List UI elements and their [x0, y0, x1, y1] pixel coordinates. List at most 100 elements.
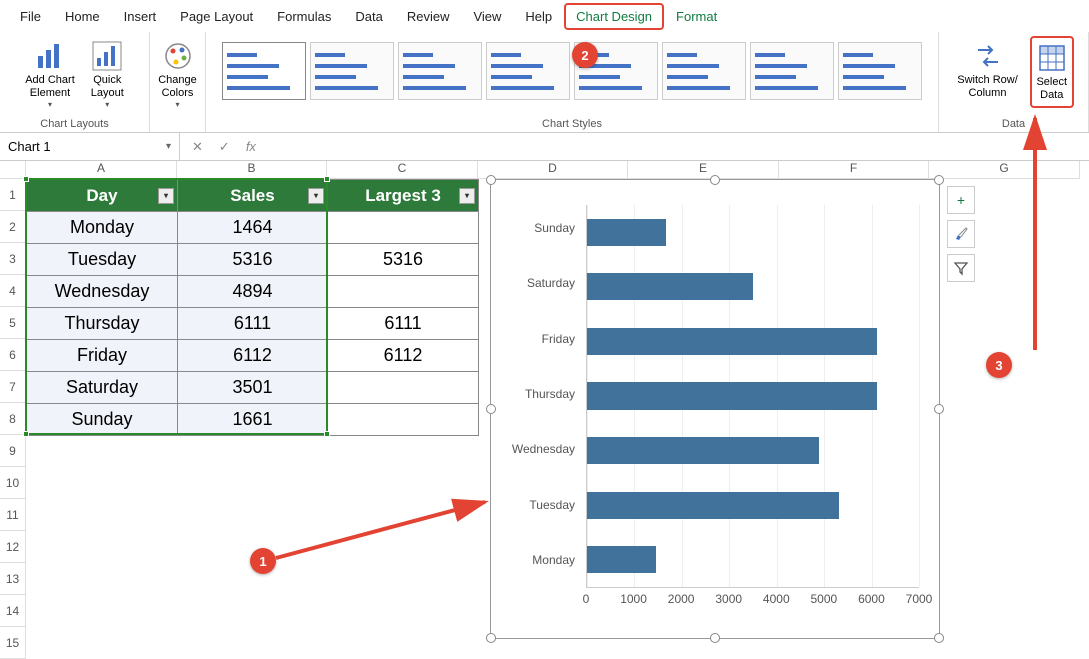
chart-bar[interactable] — [587, 546, 656, 573]
menu-insert[interactable]: Insert — [112, 3, 169, 30]
name-box[interactable]: Chart 1 ▾ — [0, 133, 180, 160]
table-cell[interactable] — [328, 372, 479, 404]
table-header-sales[interactable]: Sales▾ — [178, 180, 328, 212]
row-header[interactable]: 13 — [0, 563, 26, 595]
chart-bar[interactable] — [587, 273, 753, 300]
table-cell[interactable]: 6111 — [328, 308, 479, 340]
row-header[interactable]: 15 — [0, 627, 26, 659]
chart-resize-handle[interactable] — [934, 633, 944, 643]
menu-page-layout[interactable]: Page Layout — [168, 3, 265, 30]
chart-bar[interactable] — [587, 437, 819, 464]
chart-bar[interactable] — [587, 382, 877, 409]
menu-data[interactable]: Data — [343, 3, 394, 30]
column-header[interactable]: B — [177, 161, 327, 179]
menu-home[interactable]: Home — [53, 3, 112, 30]
menu-review[interactable]: Review — [395, 3, 462, 30]
menu-chart-design[interactable]: Chart Design — [564, 3, 664, 30]
change-colors-button[interactable]: Change Colors ▾ — [154, 36, 201, 114]
row-header[interactable]: 4 — [0, 275, 26, 307]
table-cell[interactable] — [328, 404, 479, 436]
table-cell[interactable]: Monday — [27, 212, 178, 244]
fx-button[interactable]: fx — [242, 139, 260, 154]
chart-style-7[interactable] — [750, 42, 834, 100]
table-cell[interactable]: 1464 — [178, 212, 328, 244]
column-header[interactable]: F — [779, 161, 929, 179]
row-headers: 123456789101112131415 — [0, 179, 26, 659]
table-cell[interactable] — [328, 212, 479, 244]
row-header[interactable]: 14 — [0, 595, 26, 627]
chart-bar[interactable] — [587, 492, 839, 519]
row-header[interactable]: 5 — [0, 307, 26, 339]
row-header[interactable]: 6 — [0, 339, 26, 371]
filter-button[interactable]: ▾ — [459, 188, 475, 204]
table-cell[interactable]: Saturday — [27, 372, 178, 404]
table-cell[interactable]: 6112 — [178, 340, 328, 372]
table-cell[interactable]: 6111 — [178, 308, 328, 340]
chart-resize-handle[interactable] — [710, 633, 720, 643]
table-cell[interactable]: Thursday — [27, 308, 178, 340]
menu-format[interactable]: Format — [664, 3, 729, 30]
row-header[interactable]: 3 — [0, 243, 26, 275]
column-header[interactable]: D — [478, 161, 628, 179]
table-cell[interactable]: Friday — [27, 340, 178, 372]
column-header[interactable]: C — [327, 161, 478, 179]
chart-resize-handle[interactable] — [486, 404, 496, 414]
menu-view[interactable]: View — [461, 3, 513, 30]
quick-layout-button[interactable]: Quick Layout ▾ — [87, 36, 128, 114]
table-header-day[interactable]: Day ▾ — [27, 180, 178, 212]
chart-resize-handle[interactable] — [934, 175, 944, 185]
table-cell[interactable] — [328, 276, 479, 308]
table-cell[interactable]: 4894 — [178, 276, 328, 308]
select-all-corner[interactable] — [0, 161, 26, 179]
callout-2: 2 — [572, 42, 598, 68]
row-header[interactable]: 8 — [0, 403, 26, 435]
menu-formulas[interactable]: Formulas — [265, 3, 343, 30]
switch-row-column-button[interactable]: Switch Row/ Column — [953, 36, 1022, 108]
row-header[interactable]: 2 — [0, 211, 26, 243]
table-cell[interactable]: 5316 — [328, 244, 479, 276]
chart-resize-handle[interactable] — [486, 175, 496, 185]
chart-style-3[interactable] — [398, 42, 482, 100]
chart-bar[interactable] — [587, 328, 877, 355]
chart-style-6[interactable] — [662, 42, 746, 100]
chart-style-8[interactable] — [838, 42, 922, 100]
formula-confirm-button[interactable]: ✓ — [215, 139, 234, 155]
formula-cancel-button[interactable]: ✕ — [188, 139, 207, 155]
embedded-chart[interactable]: MondayTuesdayWednesdayThursdayFridaySatu… — [490, 179, 940, 639]
table-header-largest3[interactable]: Largest 3▾ — [328, 180, 479, 212]
chart-resize-handle[interactable] — [710, 175, 720, 185]
chart-styles-button[interactable] — [947, 220, 975, 248]
column-header[interactable]: G — [929, 161, 1080, 179]
row-header[interactable]: 12 — [0, 531, 26, 563]
chart-bar[interactable] — [587, 219, 666, 246]
column-header[interactable]: A — [26, 161, 177, 179]
table-cell[interactable]: Tuesday — [27, 244, 178, 276]
chart-resize-handle[interactable] — [486, 633, 496, 643]
table-cell[interactable]: 1661 — [178, 404, 328, 436]
menu-file[interactable]: File — [8, 3, 53, 30]
table-cell[interactable]: 5316 — [178, 244, 328, 276]
table-cell[interactable]: Sunday — [27, 404, 178, 436]
chart-style-1[interactable] — [222, 42, 306, 100]
row-header[interactable]: 11 — [0, 499, 26, 531]
row-header[interactable]: 9 — [0, 435, 26, 467]
table-cell[interactable]: 3501 — [178, 372, 328, 404]
row-header[interactable]: 10 — [0, 467, 26, 499]
column-header[interactable]: E — [628, 161, 779, 179]
filter-button[interactable]: ▾ — [158, 188, 174, 204]
add-chart-element-button[interactable]: Add Chart Element ▾ — [21, 36, 79, 114]
table-cell[interactable]: Wednesday — [27, 276, 178, 308]
chart-filters-button[interactable] — [947, 254, 975, 282]
select-data-button[interactable]: Select Data — [1030, 36, 1074, 108]
table-cell[interactable]: 6112 — [328, 340, 479, 372]
chart-style-2[interactable] — [310, 42, 394, 100]
row-header[interactable]: 7 — [0, 371, 26, 403]
chart-resize-handle[interactable] — [934, 404, 944, 414]
menu-help[interactable]: Help — [513, 3, 564, 30]
header-label: Day — [86, 186, 117, 205]
chart-plot-area: MondayTuesdayWednesdayThursdayFridaySatu… — [511, 200, 919, 618]
row-header[interactable]: 1 — [0, 179, 26, 211]
chart-style-4[interactable] — [486, 42, 570, 100]
filter-button[interactable]: ▾ — [308, 188, 324, 204]
chart-elements-button[interactable]: + — [947, 186, 975, 214]
